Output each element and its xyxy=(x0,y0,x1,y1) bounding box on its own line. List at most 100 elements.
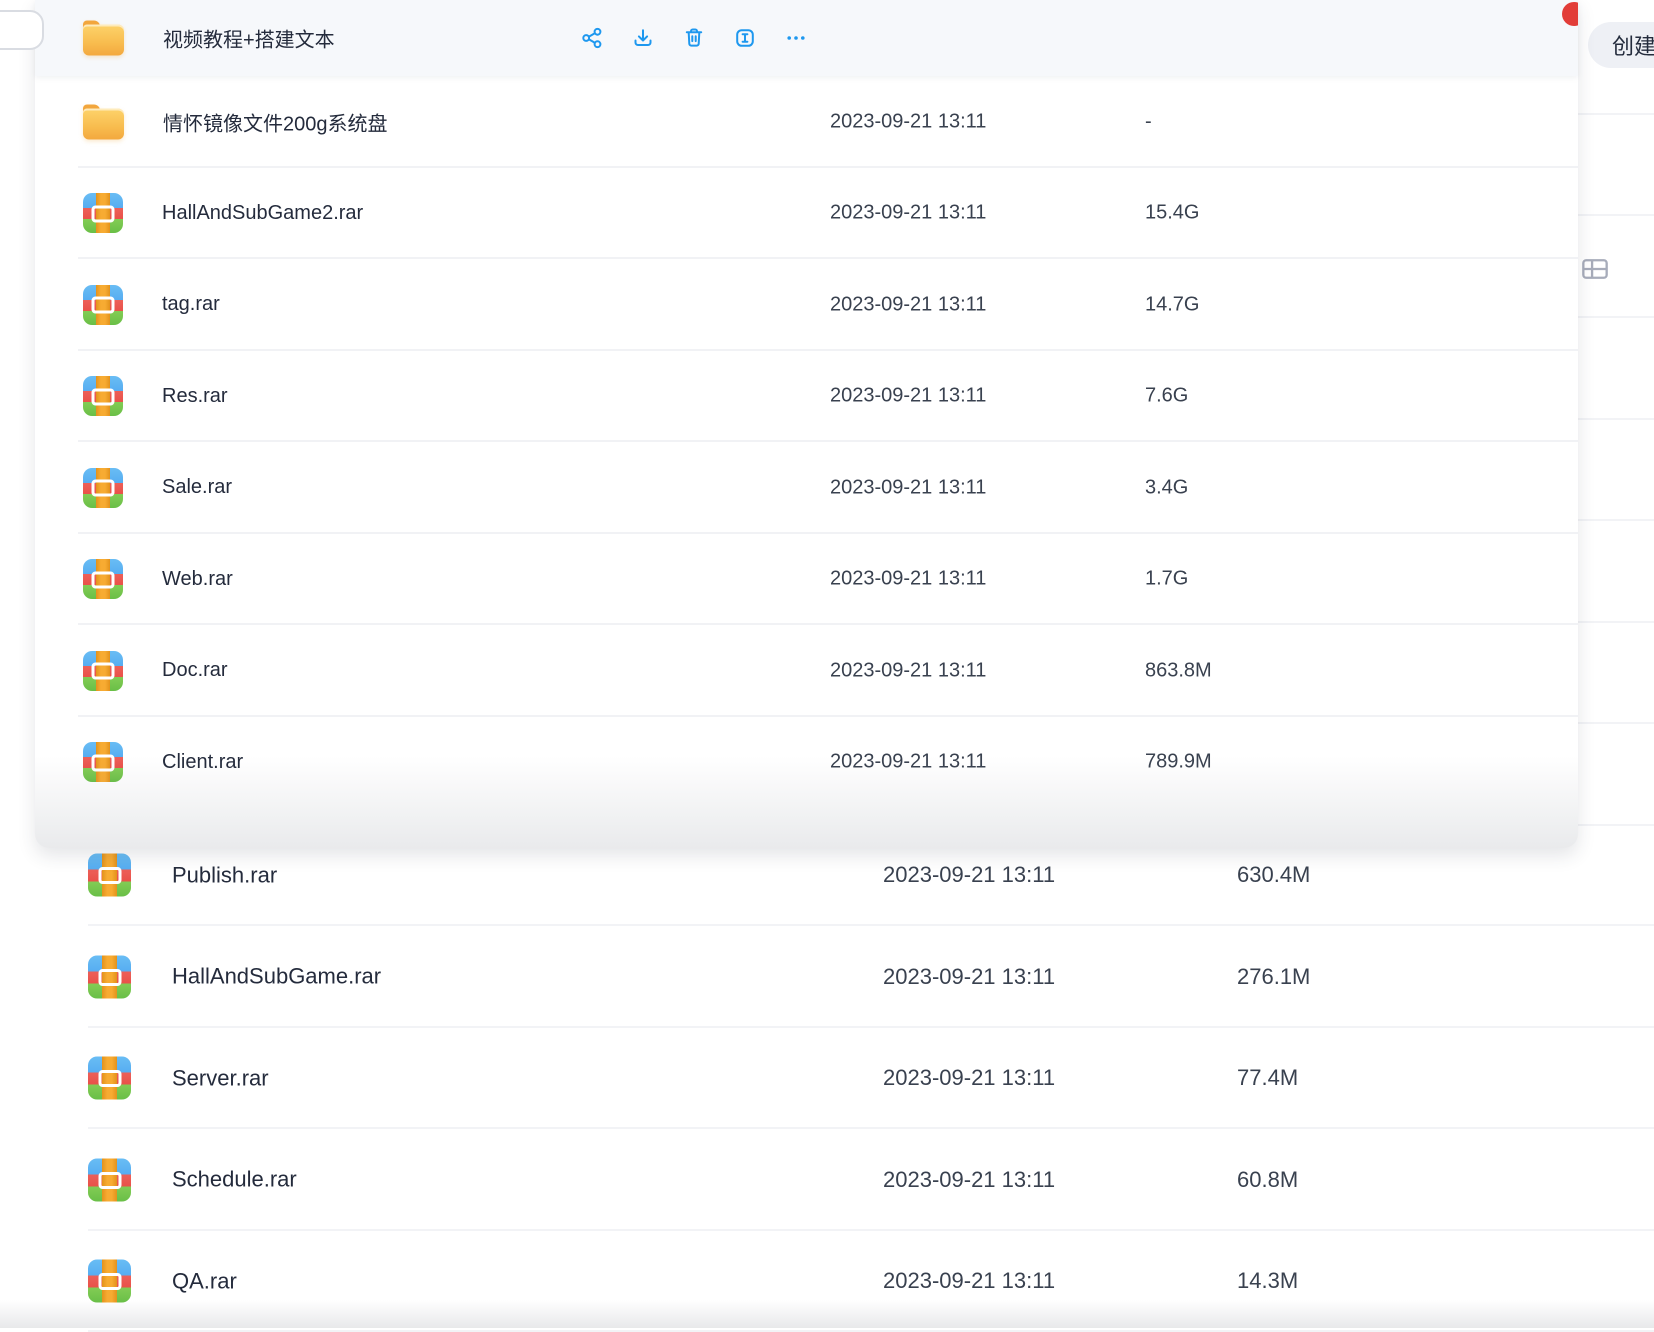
file-name-cell: Doc.rar xyxy=(83,651,228,691)
file-date: 2023-09-21 13:11 xyxy=(830,385,986,408)
delete-button[interactable] xyxy=(682,26,706,50)
file-name: Web.rar xyxy=(162,568,233,591)
share-icon xyxy=(580,26,604,50)
create-button[interactable]: 创建 xyxy=(1588,22,1654,68)
file-name-cell: 情怀镜像文件200g系统盘 xyxy=(83,104,388,139)
file-date: 2023-09-21 13:11 xyxy=(883,862,1055,888)
file-date: 2023-09-21 13:11 xyxy=(830,110,986,133)
file-size: 7.6G xyxy=(1145,385,1188,408)
ellipsis-icon xyxy=(784,26,808,50)
file-date: 2023-09-21 13:11 xyxy=(883,1268,1055,1294)
file-name-cell: HallAndSubGame.rar xyxy=(88,955,381,998)
file-size: - xyxy=(1145,110,1152,133)
file-date: 2023-09-21 13:11 xyxy=(830,568,986,591)
rar-file-icon xyxy=(88,955,131,998)
file-name: Sale.rar xyxy=(162,476,232,499)
hovered-file-row[interactable]: 视频教程+搭建文本 xyxy=(35,0,1578,76)
file-size: 1.7G xyxy=(1145,568,1188,591)
file-row[interactable]: HallAndSubGame2.rar 2023-09-21 13:11 15.4G xyxy=(35,168,1578,260)
file-size: 3.4G xyxy=(1145,476,1188,499)
file-name: HallAndSubGame2.rar xyxy=(162,202,363,225)
file-name: tag.rar xyxy=(162,293,220,316)
rar-file-icon xyxy=(88,1158,131,1201)
rar-file-icon xyxy=(83,559,123,599)
download-button[interactable] xyxy=(631,26,655,50)
file-name-cell: Web.rar xyxy=(83,559,233,599)
file-size: 14.3M xyxy=(1237,1268,1298,1294)
notification-badge-clip xyxy=(1562,0,1578,30)
file-size: 15.4G xyxy=(1145,202,1199,225)
file-size: 276.1M xyxy=(1237,964,1310,990)
download-icon xyxy=(631,26,655,50)
file-row[interactable]: Web.rar 2023-09-21 13:11 1.7G xyxy=(35,534,1578,626)
file-name: HallAndSubGame.rar xyxy=(172,964,381,990)
row-action-bar xyxy=(580,26,808,50)
trash-icon xyxy=(682,26,706,50)
file-row[interactable]: Sale.rar 2023-09-21 13:11 3.4G xyxy=(35,442,1578,534)
file-name: Client.rar xyxy=(162,751,243,774)
file-name-cell: Publish.rar xyxy=(88,854,277,897)
file-name-cell: Server.rar xyxy=(88,1057,269,1100)
file-name: 情怀镜像文件200g系统盘 xyxy=(163,107,388,136)
file-date: 2023-09-21 13:11 xyxy=(830,293,986,316)
file-date: 2023-09-21 13:11 xyxy=(830,751,986,774)
file-row[interactable]: tag.rar 2023-09-21 13:11 14.7G xyxy=(35,259,1578,351)
file-name: Publish.rar xyxy=(172,862,277,888)
file-size: 789.9M xyxy=(1145,751,1212,774)
more-button[interactable] xyxy=(784,26,808,50)
file-row[interactable]: Server.rar2023-09-21 13:1177.4M xyxy=(0,1027,1654,1129)
rar-file-icon xyxy=(88,1057,131,1100)
folder-icon xyxy=(83,104,124,139)
share-button[interactable] xyxy=(580,26,604,50)
file-row[interactable]: 情怀镜像文件200g系统盘 2023-09-21 13:11 - xyxy=(35,76,1578,168)
file-list-panel: 视频教程+搭建文本 情怀镜像文件200g系统盘 2023-09-21 13:11 -… xyxy=(35,0,1578,848)
folder-icon xyxy=(83,21,124,56)
file-date: 2023-09-21 13:11 xyxy=(883,964,1055,990)
file-date: 2023-09-21 13:11 xyxy=(830,659,986,682)
file-name: 视频教程+搭建文本 xyxy=(163,24,335,53)
file-name-cell: tag.rar xyxy=(83,285,220,325)
file-row[interactable]: HallAndSubGame.rar 2023-09-21 13:11 276.1M xyxy=(0,926,1654,1028)
notification-badge xyxy=(1562,2,1578,26)
file-name: QA.rar xyxy=(172,1268,237,1294)
rar-file-icon xyxy=(83,742,123,782)
file-name: Schedule.rar xyxy=(172,1167,297,1193)
file-date: 2023-09-21 13:11 xyxy=(830,476,986,499)
file-row[interactable]: Doc.rar 2023-09-21 13:11 863.8M xyxy=(35,625,1578,717)
hovered-row-name-cell: 视频教程+搭建文本 xyxy=(83,21,335,56)
grid-view-toggle[interactable] xyxy=(1581,255,1609,283)
file-size: 863.8M xyxy=(1145,659,1212,682)
rar-file-icon xyxy=(83,285,123,325)
file-name: Server.rar xyxy=(172,1065,269,1091)
rar-file-icon xyxy=(83,651,123,691)
file-name-cell: HallAndSubGame2.rar xyxy=(83,193,363,233)
file-size: 77.4M xyxy=(1237,1065,1298,1091)
file-size: 14.7G xyxy=(1145,293,1199,316)
file-name-cell: Res.rar xyxy=(83,376,228,416)
rar-file-icon xyxy=(88,854,131,897)
file-name: Res.rar xyxy=(162,385,228,408)
rar-file-icon xyxy=(83,468,123,508)
file-name-cell: Schedule.rar xyxy=(88,1158,297,1201)
rar-file-icon xyxy=(83,193,123,233)
rar-file-icon xyxy=(83,376,123,416)
file-name-cell: QA.rar xyxy=(88,1260,237,1303)
rename-button[interactable] xyxy=(733,26,757,50)
panel-file-list: 情怀镜像文件200g系统盘 2023-09-21 13:11 - HallAndSub… xyxy=(35,76,1578,808)
bottom-shadow-fade xyxy=(0,1300,1654,1328)
file-date: 2023-09-21 13:11 xyxy=(830,202,986,225)
rar-file-icon xyxy=(88,1260,131,1303)
file-row[interactable]: Client.rar 2023-09-21 13:11 789.9M xyxy=(35,717,1578,809)
create-button-label: 创建 xyxy=(1612,29,1654,61)
file-size: 630.4M xyxy=(1237,862,1310,888)
grid-view-icon xyxy=(1581,255,1609,283)
file-row[interactable]: Schedule.rar 2023-09-21 13:11 60.8M xyxy=(0,1129,1654,1231)
file-name-cell: Client.rar xyxy=(83,742,243,782)
row-checkbox-partial[interactable] xyxy=(0,10,44,50)
rename-icon xyxy=(733,26,757,50)
file-date: 2023-09-21 13:11 xyxy=(883,1167,1055,1193)
file-row[interactable]: Res.rar 2023-09-21 13:11 7.6G xyxy=(35,351,1578,443)
file-name: Doc.rar xyxy=(162,659,228,682)
file-name-cell: Sale.rar xyxy=(83,468,232,508)
file-size: 60.8M xyxy=(1237,1167,1298,1193)
